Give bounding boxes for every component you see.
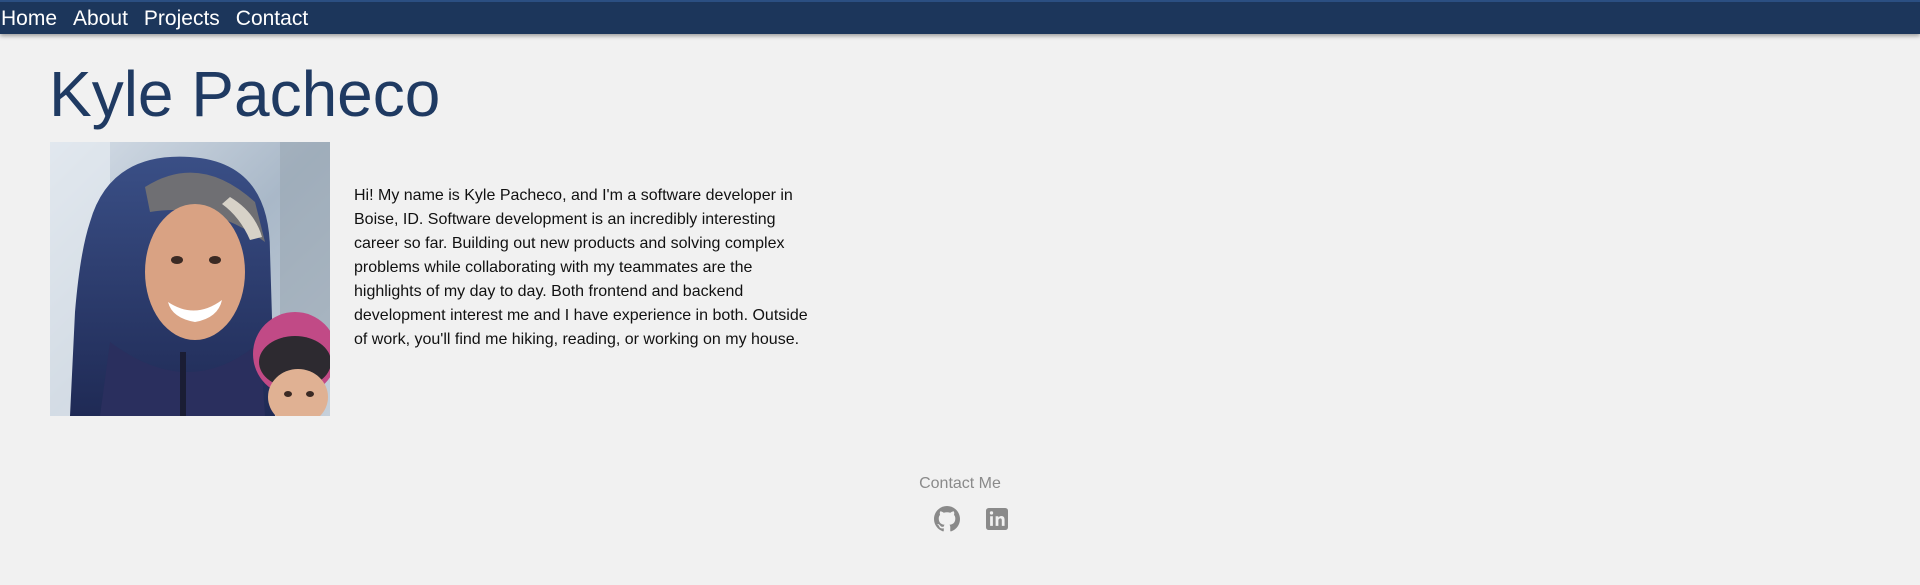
contact-heading: Contact Me [919,475,1001,492]
linkedin-icon [986,508,1008,530]
footer: Contact Me [0,472,1920,532]
page-title: Kyle Pacheco [49,58,441,130]
github-link[interactable] [934,506,960,532]
nav-home-link[interactable]: Home [1,8,57,29]
nav-about-link[interactable]: About [73,8,128,29]
github-icon [934,506,960,532]
nav-contact-link[interactable]: Contact [236,8,308,29]
profile-photo [50,142,330,416]
top-navbar: Home About Projects Contact [0,0,1920,34]
linkedin-link[interactable] [984,506,1010,532]
bio-paragraph: Hi! My name is Kyle Pacheco, and I'm a s… [354,187,808,348]
nav-projects-link[interactable]: Projects [144,8,220,29]
social-links [24,506,1920,532]
